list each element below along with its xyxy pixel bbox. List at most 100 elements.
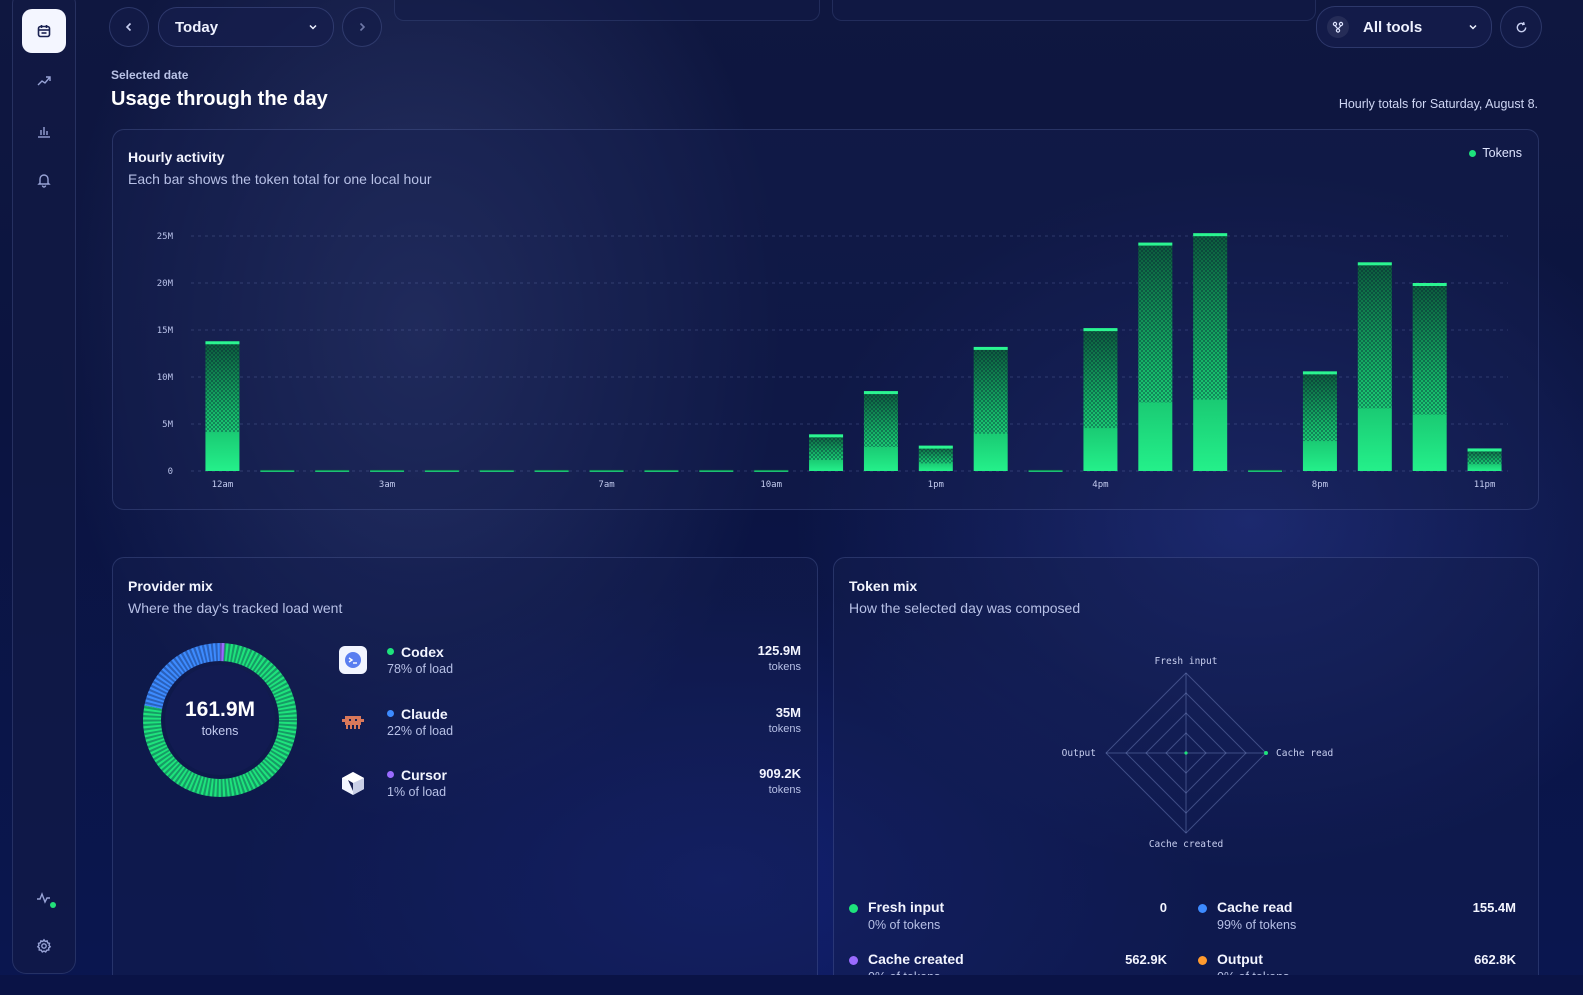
provider-name-text: Cursor bbox=[401, 767, 447, 783]
date-select-value: Today bbox=[175, 18, 219, 36]
previous-day-button[interactable] bbox=[109, 7, 149, 47]
x-tick-label: 11pm bbox=[1474, 480, 1496, 490]
radar-axis-label: Cache read bbox=[1276, 748, 1333, 759]
top-card-left bbox=[394, 0, 820, 21]
hour-bar[interactable] bbox=[315, 469, 350, 472]
token-mix-dot bbox=[849, 904, 858, 913]
token-mix-item: Cache read 99% of tokens 155.4M bbox=[1198, 899, 1516, 939]
hour-bar[interactable] bbox=[534, 469, 569, 472]
token-mix-name: Fresh input bbox=[868, 899, 945, 915]
chevron-down-icon bbox=[309, 24, 317, 30]
bar-cap bbox=[1467, 448, 1502, 452]
cursor-icon bbox=[339, 769, 367, 797]
token-mix-name: Cache created bbox=[868, 951, 964, 967]
bell-icon bbox=[37, 174, 51, 188]
hour-bar[interactable] bbox=[1028, 469, 1063, 472]
token-mix-dot bbox=[1198, 956, 1207, 965]
page-title: Usage through the day bbox=[111, 88, 328, 110]
bar-cap bbox=[1138, 242, 1173, 246]
token-mix-value: 0 bbox=[1159, 900, 1167, 915]
bar-texture bbox=[973, 346, 1008, 434]
y-tick-label: 0 bbox=[168, 467, 173, 477]
hour-bar[interactable] bbox=[479, 469, 514, 472]
nav-trends-button[interactable] bbox=[22, 59, 66, 103]
provider-value: 125.9M bbox=[757, 643, 801, 658]
y-tick-label: 20M bbox=[157, 279, 174, 289]
section-eyebrow: Selected date bbox=[111, 68, 189, 82]
bar-cap bbox=[1357, 262, 1392, 266]
bar-texture bbox=[863, 391, 898, 448]
codex-icon bbox=[339, 646, 367, 674]
next-day-button[interactable] bbox=[342, 7, 382, 47]
token-mix-name: Output bbox=[1217, 951, 1263, 967]
hour-bar[interactable] bbox=[424, 469, 459, 472]
status-online-dot bbox=[50, 902, 56, 908]
donut-total-unit: tokens bbox=[201, 724, 239, 738]
bar-cap bbox=[1302, 371, 1337, 375]
token-mix-value: 562.9K bbox=[1125, 952, 1167, 967]
radar-point bbox=[1264, 751, 1268, 755]
date-select[interactable]: Today bbox=[158, 7, 334, 47]
hour-bar[interactable] bbox=[370, 469, 405, 472]
tools-icon bbox=[1327, 16, 1349, 38]
bar-texture bbox=[1357, 262, 1392, 409]
hour-bar[interactable] bbox=[589, 469, 624, 472]
viewport-bottom-edge bbox=[0, 975, 1583, 995]
hour-bar[interactable] bbox=[644, 469, 679, 472]
tool-filter-select[interactable]: All tools bbox=[1316, 6, 1492, 48]
radar-axis-label: Output bbox=[1062, 748, 1096, 759]
refresh-icon bbox=[1516, 21, 1526, 32]
x-tick-label: 3am bbox=[379, 480, 395, 490]
token-mix-value: 662.8K bbox=[1474, 952, 1516, 967]
nav-alerts-button[interactable] bbox=[22, 158, 66, 202]
chevron-down-icon bbox=[1469, 24, 1477, 30]
radar-center-point bbox=[1184, 751, 1188, 755]
nav-status-button[interactable] bbox=[22, 876, 66, 920]
x-tick-label: 12am bbox=[212, 480, 234, 490]
y-tick-label: 15M bbox=[157, 326, 174, 336]
provider-unit: tokens bbox=[768, 784, 801, 796]
gear-icon bbox=[36, 938, 52, 953]
top-card-right bbox=[832, 0, 1316, 21]
date-description: Hourly totals for Saturday, August 8. bbox=[1338, 97, 1538, 111]
token-mix-share: 99% of tokens bbox=[1217, 918, 1297, 932]
provider-name: Cursor bbox=[387, 767, 447, 783]
nav-stats-button[interactable] bbox=[22, 109, 66, 153]
provider-share: 78% of load bbox=[387, 662, 454, 676]
bar-cap bbox=[205, 341, 240, 345]
refresh-button[interactable] bbox=[1500, 6, 1542, 48]
bar-texture bbox=[809, 434, 844, 461]
calendar-icon bbox=[37, 25, 51, 38]
bar-cap bbox=[1193, 233, 1228, 237]
bar-cap bbox=[863, 391, 898, 395]
hour-bar[interactable] bbox=[260, 469, 295, 472]
hour-bar[interactable] bbox=[754, 469, 789, 472]
token-mix-name: Cache read bbox=[1217, 899, 1293, 915]
token-mix-dot bbox=[849, 956, 858, 965]
hour-bar[interactable] bbox=[699, 469, 734, 472]
nav-settings-button[interactable] bbox=[22, 924, 66, 968]
hour-bar[interactable] bbox=[1248, 469, 1283, 472]
x-tick-label: 4pm bbox=[1092, 480, 1108, 490]
radar-axis-label: Fresh input bbox=[1155, 656, 1218, 667]
bar-cap bbox=[1412, 283, 1447, 286]
provider-row-cursor[interactable]: Cursor 1% of load 909.2K tokens bbox=[339, 766, 801, 807]
provider-dot bbox=[387, 648, 394, 655]
provider-dot bbox=[387, 710, 394, 717]
bar-chart-icon bbox=[38, 127, 50, 138]
token-mix-card: Token mix How the selected day was compo… bbox=[833, 557, 1539, 989]
nav-calendar-button[interactable] bbox=[22, 9, 66, 53]
provider-row-claude[interactable]: Claude 22% of load 35M tokens bbox=[339, 705, 801, 746]
bar-texture bbox=[1302, 371, 1337, 442]
bar-cap bbox=[1083, 328, 1118, 332]
token-mix-share: 0% of tokens bbox=[868, 918, 941, 932]
provider-row-codex[interactable]: Codex 78% of load 125.9M tokens bbox=[339, 643, 801, 684]
bar-texture bbox=[1412, 283, 1447, 415]
chevron-left-icon bbox=[125, 22, 132, 32]
provider-name: Claude bbox=[387, 706, 448, 722]
provider-card-subtitle: Where the day's tracked load went bbox=[128, 600, 343, 616]
y-tick-label: 10M bbox=[157, 373, 174, 383]
x-tick-label: 1pm bbox=[928, 480, 944, 490]
provider-share: 22% of load bbox=[387, 724, 454, 738]
chevron-right-icon bbox=[359, 22, 366, 32]
